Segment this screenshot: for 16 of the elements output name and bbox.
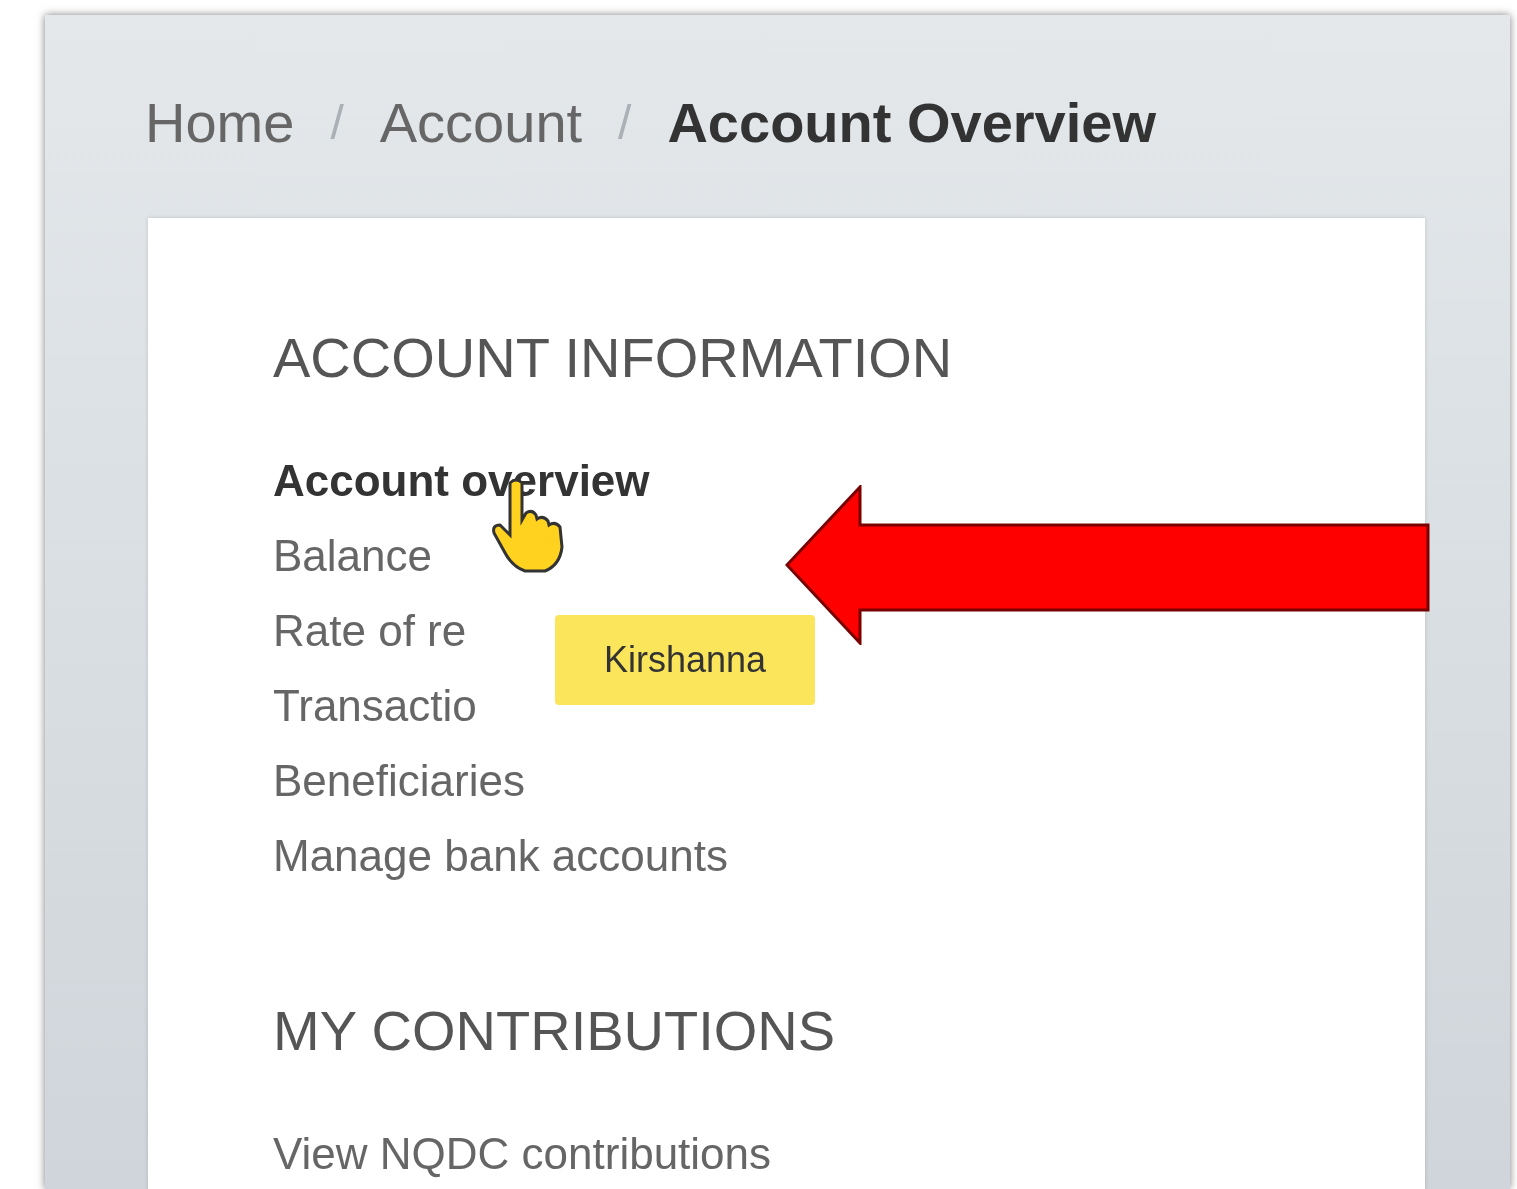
arrow-icon bbox=[785, 485, 1430, 645]
tooltip: Kirshanna bbox=[555, 615, 815, 705]
nav-link[interactable]: Account overview bbox=[273, 443, 650, 518]
breadcrumb-current: Account Overview bbox=[667, 90, 1157, 156]
nav-link[interactable]: View NQDC contributions bbox=[273, 1116, 772, 1189]
nav-link[interactable]: Rate of re bbox=[273, 593, 467, 668]
breadcrumb-separator: / bbox=[618, 95, 632, 151]
section-heading: MY CONTRIBUTIONS bbox=[273, 1001, 836, 1061]
nav-link[interactable]: Transactio bbox=[273, 668, 477, 743]
nav-link[interactable]: Beneficiaries bbox=[273, 743, 525, 818]
breadcrumb-link[interactable]: Account bbox=[379, 81, 583, 165]
nav-link[interactable]: Manage bank accounts bbox=[273, 818, 728, 893]
breadcrumb-link[interactable]: Home bbox=[145, 81, 295, 165]
breadcrumb-separator: / bbox=[330, 95, 344, 151]
section-heading: ACCOUNT INFORMATION bbox=[273, 328, 953, 388]
nav-link[interactable]: Balance bbox=[273, 518, 432, 593]
